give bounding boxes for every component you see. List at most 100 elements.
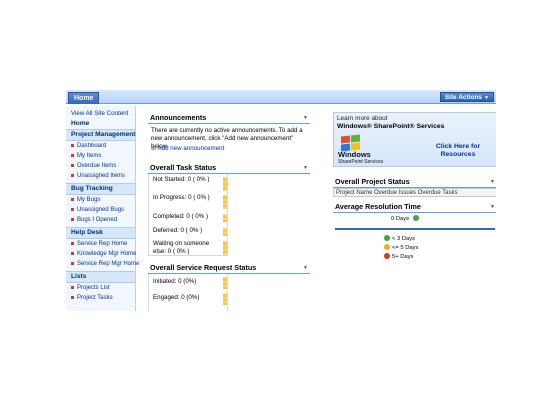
sidebar-section-bug-tracking[interactable]: Bug Tracking bbox=[66, 183, 135, 195]
sidebar-item-service-rep-mgr-home[interactable]: Service Rep Mgr Home bbox=[66, 259, 139, 269]
add-announcement-label: Add new announcement bbox=[157, 145, 225, 152]
resolution-divider bbox=[335, 228, 495, 230]
sharepoint-window: Home Site Actions ▼ View All Site Content… bbox=[66, 90, 496, 311]
sidebar-item-label: Unassigned Items bbox=[77, 173, 126, 179]
resolution-time-title-text: Average Resolution Time bbox=[335, 202, 421, 211]
service-request-status-title-text: Overall Service Request Status bbox=[150, 263, 257, 272]
bullet-icon bbox=[71, 251, 74, 255]
status-bar bbox=[223, 241, 227, 255]
service-status-box: Initiated: 0 (0%) Engaged: 0 (0%) bbox=[148, 274, 228, 311]
tab-home[interactable]: Home bbox=[68, 92, 100, 104]
status-bar bbox=[223, 293, 227, 305]
bullet-icon bbox=[71, 197, 74, 201]
sidebar-section-help-desk[interactable]: Help Desk bbox=[66, 227, 135, 239]
web-part-menu-icon[interactable]: ▼ bbox=[303, 113, 308, 123]
sidebar-item-label: Bugs I Opened bbox=[77, 217, 118, 223]
bullet-icon bbox=[71, 207, 74, 211]
legend-under-3-days: < 3 Days bbox=[384, 235, 415, 243]
legend-over-5-days: 5+ Days bbox=[384, 253, 413, 261]
sidebar-item-service-rep-home[interactable]: Service Rep Home bbox=[66, 239, 135, 249]
status-bar bbox=[223, 277, 227, 289]
sidebar-item-label: My Items bbox=[77, 153, 102, 159]
sidebar-item-label: Unassigned Bugs bbox=[77, 207, 125, 213]
bullet-icon bbox=[71, 173, 74, 177]
sidebar-item-unassigned-items[interactable]: Unassigned Items bbox=[66, 171, 135, 181]
sidebar-item-label: Overdue Items bbox=[77, 163, 117, 169]
windows-logo-text: Windows bbox=[338, 150, 371, 159]
sidebar-section-lists[interactable]: Lists bbox=[66, 271, 135, 283]
announcements-title: Announcements ▼ bbox=[148, 113, 310, 124]
legend-label: < 3 Days bbox=[392, 236, 416, 242]
sidebar-item-label: My Bugs bbox=[77, 197, 101, 203]
sidebar-item-label: Dashboard bbox=[77, 143, 107, 149]
bullet-icon bbox=[71, 261, 74, 265]
sidebar-item-label: Knowledge Mgr Home bbox=[77, 251, 137, 257]
resolution-time-title: Average Resolution Time ▼ bbox=[333, 202, 496, 213]
status-bar bbox=[223, 177, 227, 191]
add-icon: ⊞ bbox=[151, 145, 157, 152]
task-status-title-text: Overall Task Status bbox=[150, 163, 217, 172]
learn-more-text: Learn more about bbox=[337, 115, 388, 122]
legend-label: <= 5 Days bbox=[392, 245, 419, 251]
resolution-days-text: 0 Days bbox=[391, 216, 410, 222]
top-navigation-bar: Home Site Actions ▼ bbox=[66, 90, 496, 104]
wss-product-name: Windows® SharePoint® Services bbox=[337, 123, 445, 130]
sidebar-item-my-bugs[interactable]: My Bugs bbox=[66, 195, 135, 205]
bullet-icon bbox=[71, 143, 74, 147]
announcements-title-text: Announcements bbox=[150, 113, 207, 122]
resolution-days: 0 Days bbox=[391, 215, 421, 223]
web-part-menu-icon[interactable]: ▼ bbox=[303, 163, 308, 173]
check-icon bbox=[412, 215, 419, 222]
bullet-icon bbox=[71, 241, 74, 245]
error-icon bbox=[384, 253, 390, 260]
legend-label: 5+ Days bbox=[392, 254, 414, 260]
bullet-icon bbox=[71, 285, 74, 289]
sidebar-item-label: Service Rep Mgr Home bbox=[77, 261, 140, 267]
view-all-site-content-link[interactable]: View All Site Content bbox=[66, 109, 135, 119]
sidebar-item-dashboard[interactable]: Dashboard bbox=[66, 141, 135, 151]
bullet-icon bbox=[71, 295, 74, 299]
task-status-completed: Completed: 0 ( 0% ) bbox=[153, 213, 209, 220]
sidebar-item-label: Project Tasks bbox=[77, 295, 113, 301]
chevron-down-icon: ▼ bbox=[484, 95, 489, 101]
bullet-icon bbox=[71, 153, 74, 157]
sidebar-item-my-items[interactable]: My Items bbox=[66, 151, 135, 161]
add-announcement-link[interactable]: ⊞ Add new announcement bbox=[151, 145, 224, 153]
sidebar-item-bugs-i-opened[interactable]: Bugs I Opened bbox=[66, 215, 135, 225]
bullet-icon bbox=[71, 217, 74, 221]
warning-icon bbox=[384, 244, 390, 251]
sidebar-item-overdue-items[interactable]: Overdue Items bbox=[66, 161, 135, 171]
task-status-not-started: Not Started: 0 ( 0% ) bbox=[153, 176, 210, 183]
web-part-menu-icon[interactable]: ▼ bbox=[303, 263, 308, 273]
service-status-initiated: Initiated: 0 (0%) bbox=[153, 278, 197, 285]
status-bar bbox=[223, 195, 227, 209]
green-status-icon bbox=[384, 235, 390, 242]
sidebar-item-project-tasks[interactable]: Project Tasks bbox=[66, 293, 135, 303]
sidebar-item-projects-list[interactable]: Projects List bbox=[66, 283, 135, 293]
sidebar-section-project-management[interactable]: Project Management bbox=[66, 129, 136, 141]
task-status-title: Overall Task Status ▼ bbox=[148, 163, 310, 174]
project-status-table-header: Project Name Overdue Issues Overdue Task… bbox=[333, 188, 496, 197]
task-status-box: Not Started: 0 ( 0% ) In Progress: 0 ( 0… bbox=[148, 174, 228, 256]
sidebar-home-link[interactable]: Home bbox=[66, 119, 135, 129]
status-bar bbox=[223, 214, 227, 222]
sidebar-item-unassigned-bugs[interactable]: Unassigned Bugs bbox=[66, 205, 135, 215]
sharepoint-services-logo-text: SharePoint Services bbox=[338, 159, 384, 165]
project-status-title: Overall Project Status ▼ bbox=[333, 177, 496, 188]
bullet-icon bbox=[71, 163, 74, 167]
legend-under-5-days: <= 5 Days bbox=[384, 244, 418, 252]
quick-launch-sidebar: View All Site Content Home Project Manag… bbox=[66, 106, 139, 311]
web-part-menu-icon[interactable]: ▼ bbox=[490, 177, 495, 187]
click-here-for-resources-link[interactable]: Click Here for Resources bbox=[429, 143, 487, 159]
project-status-title-text: Overall Project Status bbox=[335, 177, 410, 186]
sidebar-item-label: Projects List bbox=[77, 285, 110, 291]
sidebar-item-knowledge-mgr-home[interactable]: Knowledge Mgr Home bbox=[66, 249, 137, 259]
web-part-menu-icon[interactable]: ▼ bbox=[490, 202, 495, 212]
windows-logo-icon bbox=[340, 134, 360, 152]
task-status-in-progress: In Progress: 0 ( 0% ) bbox=[153, 194, 210, 201]
sidebar-item-label: Service Rep Home bbox=[77, 241, 128, 247]
service-status-engaged: Engaged: 0 (0%) bbox=[153, 294, 200, 301]
task-status-deferred: Deferred: 0 ( 0% ) bbox=[153, 227, 203, 234]
site-actions-button[interactable]: Site Actions ▼ bbox=[439, 92, 494, 102]
status-bar bbox=[223, 228, 227, 236]
